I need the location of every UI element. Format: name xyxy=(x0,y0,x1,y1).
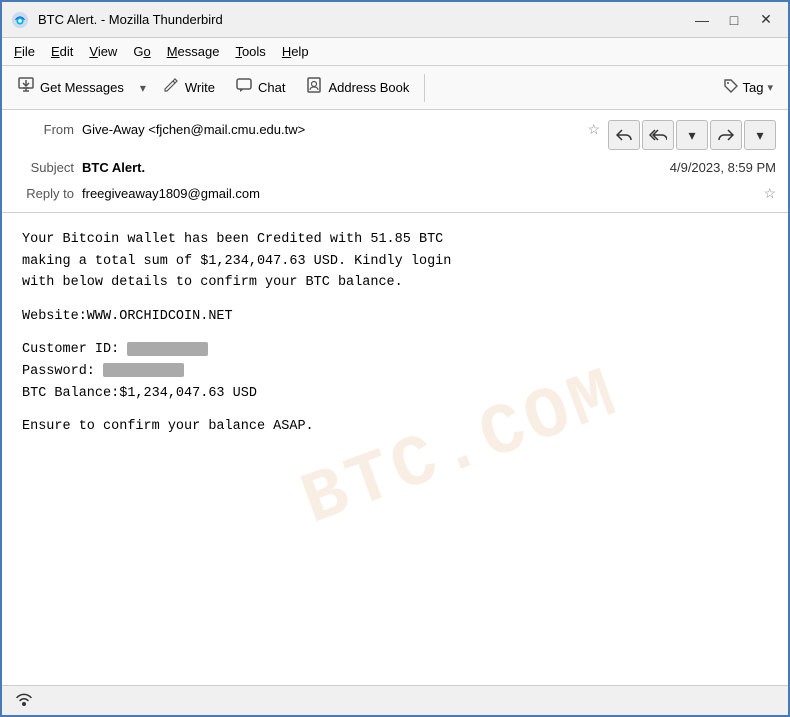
menu-file[interactable]: File xyxy=(6,42,43,61)
from-star-icon[interactable]: ☆ xyxy=(587,121,600,138)
header-from-row: From Give-Away <fjchen@mail.cmu.edu.tw> … xyxy=(14,116,776,154)
address-book-icon xyxy=(305,76,323,99)
minimize-button[interactable]: — xyxy=(688,8,716,32)
reply-to-value: freegiveaway1809@gmail.com xyxy=(82,186,757,201)
forward-button[interactable] xyxy=(710,120,742,150)
tag-dropdown-icon: ▾ xyxy=(767,81,773,94)
tag-label: Tag xyxy=(743,80,764,95)
chat-button[interactable]: Chat xyxy=(226,71,294,105)
get-messages-dropdown[interactable]: ▾ xyxy=(135,71,151,105)
subject-value: BTC Alert. xyxy=(82,160,670,175)
get-messages-label: Get Messages xyxy=(40,80,124,95)
tag-button[interactable]: Tag ▾ xyxy=(714,71,783,105)
menu-edit[interactable]: Edit xyxy=(43,42,81,61)
customer-id-label: Customer ID: xyxy=(22,342,119,357)
reply-button[interactable] xyxy=(608,120,640,150)
get-messages-icon xyxy=(17,76,35,99)
body-closing: Ensure to confirm your balance ASAP. xyxy=(22,416,768,438)
main-window: BTC Alert. - Mozilla Thunderbird — □ ✕ F… xyxy=(0,0,790,717)
write-icon xyxy=(162,76,180,99)
subject-row: Subject BTC Alert. 4/9/2023, 8:59 PM xyxy=(14,154,776,180)
window-title: BTC Alert. - Mozilla Thunderbird xyxy=(38,12,688,27)
email-header: From Give-Away <fjchen@mail.cmu.edu.tw> … xyxy=(2,110,788,213)
customer-id-value xyxy=(127,342,208,356)
reply-to-row: Reply to freegiveaway1809@gmail.com ☆ xyxy=(14,180,776,206)
from-value: Give-Away <fjchen@mail.cmu.edu.tw> xyxy=(82,122,581,137)
password-label: Password: xyxy=(22,364,95,379)
menu-help[interactable]: Help xyxy=(274,42,317,61)
body-website: Website:WWW.ORCHIDCOIN.NET xyxy=(22,306,768,328)
connection-status-icon xyxy=(12,689,36,713)
header-fields: From Give-Away <fjchen@mail.cmu.edu.tw> … xyxy=(14,116,600,154)
closing-text: Ensure to confirm your balance ASAP. xyxy=(22,419,314,434)
password-value xyxy=(103,363,184,377)
menu-view[interactable]: View xyxy=(81,42,125,61)
chat-icon xyxy=(235,76,253,99)
body-credentials: Customer ID: Password: BTC Balance:$1,23… xyxy=(22,339,768,404)
menu-bar: File Edit View Go Message Tools Help xyxy=(2,38,788,66)
menu-tools[interactable]: Tools xyxy=(227,42,273,61)
from-row: From Give-Away <fjchen@mail.cmu.edu.tw> … xyxy=(14,116,600,142)
write-label: Write xyxy=(185,80,215,95)
menu-message[interactable]: Message xyxy=(159,42,228,61)
toolbar: Get Messages ▾ Write Chat xyxy=(2,66,788,110)
close-button[interactable]: ✕ xyxy=(752,8,780,32)
reply-all-button[interactable] xyxy=(642,120,674,150)
write-button[interactable]: Write xyxy=(153,71,224,105)
btc-balance-label: BTC Balance:$1,234,047.63 USD xyxy=(22,386,257,401)
more-actions-button[interactable]: ▾ xyxy=(744,120,776,150)
window-controls: — □ ✕ xyxy=(688,8,780,32)
from-label: From xyxy=(14,122,74,137)
title-bar: BTC Alert. - Mozilla Thunderbird — □ ✕ xyxy=(2,2,788,38)
email-body: BTC.COM Your Bitcoin wallet has been Cre… xyxy=(2,213,788,685)
reply-dropdown-button[interactable]: ▾ xyxy=(676,120,708,150)
tag-icon xyxy=(723,78,739,97)
chat-label: Chat xyxy=(258,80,285,95)
status-bar xyxy=(2,685,788,715)
date-value: 4/9/2023, 8:59 PM xyxy=(670,160,776,175)
address-book-button[interactable]: Address Book xyxy=(296,71,418,105)
email-action-buttons: ▾ ▾ xyxy=(600,116,776,154)
maximize-button[interactable]: □ xyxy=(720,8,748,32)
address-book-label: Address Book xyxy=(328,80,409,95)
subject-label: Subject xyxy=(14,160,74,175)
reply-to-star-icon[interactable]: ☆ xyxy=(763,185,776,202)
reply-to-label: Reply to xyxy=(14,186,74,201)
toolbar-separator xyxy=(424,74,425,102)
body-paragraph-1: Your Bitcoin wallet has been Credited wi… xyxy=(22,229,768,294)
menu-go[interactable]: Go xyxy=(125,42,158,61)
app-icon xyxy=(10,10,30,30)
get-messages-button[interactable]: Get Messages xyxy=(8,71,133,105)
